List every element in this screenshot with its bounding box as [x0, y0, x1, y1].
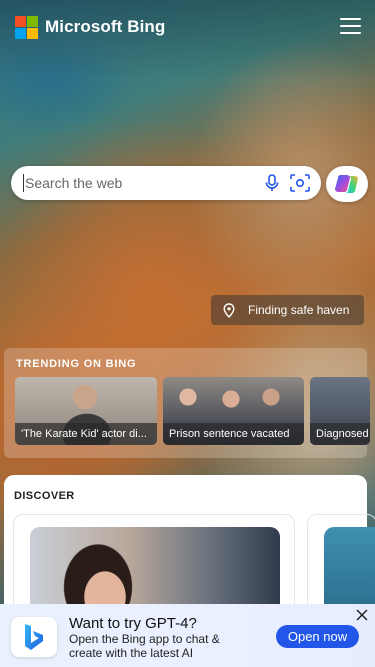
promo-subtitle: Open the Bing app to chat & create with …: [69, 632, 220, 660]
microphone-icon[interactable]: [261, 172, 283, 194]
promo-title: Want to try GPT-4?: [69, 615, 197, 632]
copilot-icon: [335, 175, 358, 194]
trending-caption: 'The Karate Kid' actor di...: [15, 423, 157, 445]
trending-title: TRENDING ON BING: [16, 358, 137, 370]
visual-search-icon[interactable]: [289, 172, 311, 194]
trending-caption: Prison sentence vacated: [163, 423, 304, 445]
image-location-label: Finding safe haven: [248, 303, 350, 317]
discover-title: DISCOVER: [14, 490, 75, 502]
bing-logo[interactable]: Microsoft Bing: [15, 15, 166, 39]
trending-caption: Diagnosed: [310, 423, 370, 445]
trending-section: TRENDING ON BING 'The Karate Kid' actor …: [4, 348, 370, 458]
search-bar[interactable]: [11, 166, 321, 200]
brand-name: Microsoft Bing: [45, 17, 166, 36]
copilot-button[interactable]: [326, 166, 368, 202]
trending-card[interactable]: Prison sentence vacated: [163, 377, 304, 445]
search-input[interactable]: [23, 174, 255, 192]
microsoft-logo-icon: [15, 15, 38, 39]
bing-app-icon: [11, 617, 57, 657]
open-now-button[interactable]: Open now: [276, 625, 359, 648]
image-location-button[interactable]: Finding safe haven: [211, 295, 364, 325]
header: Microsoft Bing: [0, 0, 375, 54]
close-icon[interactable]: [355, 608, 369, 622]
hamburger-menu-icon[interactable]: [340, 18, 361, 34]
trending-card[interactable]: 'The Karate Kid' actor di...: [15, 377, 157, 445]
location-pin-icon: [223, 302, 235, 318]
trending-card[interactable]: Diagnosed: [310, 377, 370, 445]
